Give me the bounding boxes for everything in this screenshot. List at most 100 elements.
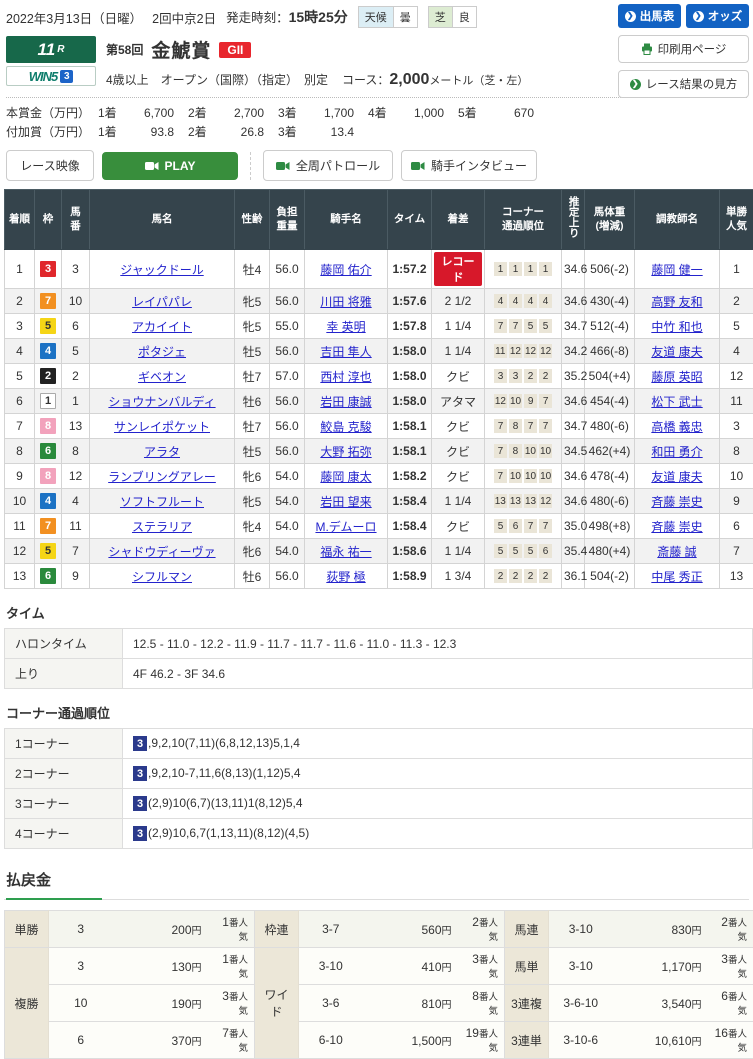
time-row: 上り4F 46.2 - 3F 34.6 xyxy=(5,659,753,689)
horse-name-cell: ランブリングアレー xyxy=(90,464,235,489)
time-table: ハロンタイム12.5 - 11.0 - 12.2 - 11.9 - 11.7 -… xyxy=(4,628,753,689)
race-title-block: 第58回 金鯱賞 GII 4歳以上 オープン（国際）（指定） 別定 コース：2,… xyxy=(106,36,528,89)
horse-name-link[interactable]: ポタジェ xyxy=(138,345,186,359)
horse-number: 3 xyxy=(62,250,90,289)
trainer-cell: 高野 友和 xyxy=(635,289,720,314)
trainer-name-link[interactable]: 斉藤 崇史 xyxy=(651,520,702,534)
payout-comb: 6 xyxy=(49,1022,113,1059)
win-popularity: 9 xyxy=(720,489,753,514)
trainer-name-link[interactable]: 藤原 英昭 xyxy=(651,370,702,384)
jockey-name-link[interactable]: M.デムーロ xyxy=(315,520,376,534)
finish-position: 1 xyxy=(5,250,35,289)
corner-order-table: 1コーナー3,9,2,10(7,11)(6,8,12,13)5,1,42コーナー… xyxy=(4,728,753,849)
finish-position: 7 xyxy=(5,414,35,439)
print-page-button[interactable]: 印刷用ページ xyxy=(618,35,749,63)
trainer-name-link[interactable]: 藤岡 健一 xyxy=(651,263,702,277)
result-guide-button[interactable]: ❯ レース結果の見方 xyxy=(618,70,749,98)
play-video-button[interactable]: PLAY xyxy=(102,152,238,180)
corner-position-number: 4 xyxy=(524,294,537,308)
corner-position-number: 4 xyxy=(494,294,507,308)
corner-positions: 7101010 xyxy=(487,469,559,483)
last-3f-time: 34.5 xyxy=(562,439,585,464)
jockey-name-link[interactable]: 藤岡 佑介 xyxy=(320,263,371,277)
jockey-interview-button[interactable]: 騎手インタビュー xyxy=(401,150,537,181)
horse-name-link[interactable]: アカイイト xyxy=(132,320,192,334)
horse-name-link[interactable]: ギベオン xyxy=(138,370,186,384)
win-popularity: 6 xyxy=(720,514,753,539)
trainer-name-link[interactable]: 斎藤 誠 xyxy=(657,545,696,559)
jockey-name-link[interactable]: 吉田 隼人 xyxy=(320,345,371,359)
patrol-video-button[interactable]: 全周パトロール xyxy=(263,150,393,181)
corner-position-number: 4 xyxy=(539,294,552,308)
prize-place-label: 5着 xyxy=(458,104,484,121)
corner-positions-cell: 4444 xyxy=(485,289,562,314)
payout-popularity: 6番人気 xyxy=(708,985,753,1022)
sex-age: 牡5 xyxy=(235,439,270,464)
trainer-name-link[interactable]: 高野 友和 xyxy=(651,295,702,309)
jockey-name-link[interactable]: 幸 英明 xyxy=(326,320,365,334)
trainer-name-link[interactable]: 松下 武士 xyxy=(651,395,702,409)
horse-name-link[interactable]: レイパパレ xyxy=(132,295,192,309)
odds-button[interactable]: ❯ オッズ xyxy=(686,4,749,28)
jockey-name-link[interactable]: 鮫島 克駿 xyxy=(320,420,371,434)
video-camera-icon xyxy=(145,161,159,171)
horse-name-link[interactable]: シャドウディーヴァ xyxy=(108,545,215,559)
jockey-name-link[interactable]: 荻野 極 xyxy=(326,570,365,584)
horse-name-cell: ステラリア xyxy=(90,514,235,539)
jockey-name-link[interactable]: 福永 祐一 xyxy=(320,545,371,559)
prize-amount: 2,700 xyxy=(214,106,264,120)
race-video-label: レース映像 xyxy=(6,150,94,181)
payout-row: 複勝 3 130円 1番人気 ワイド 3-10 410円 3番人気 馬単 3-1… xyxy=(5,948,753,985)
jockey-cell: 川田 将雅 xyxy=(305,289,388,314)
trainer-name-link[interactable]: 高橋 義忠 xyxy=(651,420,702,434)
finish-position: 11 xyxy=(5,514,35,539)
horse-number: 10 xyxy=(62,289,90,314)
time-row: ハロンタイム12.5 - 11.0 - 12.2 - 11.9 - 11.7 -… xyxy=(5,629,753,659)
jockey-name-link[interactable]: 岩田 康誠 xyxy=(320,395,371,409)
trainer-name-link[interactable]: 友道 康夫 xyxy=(651,345,702,359)
bracket-badge: 4 xyxy=(40,343,56,359)
corner-position-number: 7 xyxy=(509,319,522,333)
grade-badge: GII xyxy=(219,42,251,58)
trainer-cell: 中竹 和也 xyxy=(635,314,720,339)
last-3f-time: 34.6 xyxy=(562,250,585,289)
jockey-name-link[interactable]: 藤岡 康太 xyxy=(320,470,371,484)
jockey-name-link[interactable]: 大野 拓弥 xyxy=(320,445,371,459)
track-condition-badge: 芝 良 xyxy=(428,6,477,28)
horse-name-link[interactable]: アラタ xyxy=(144,445,180,459)
margin-cell: 1 1/4 xyxy=(432,539,485,564)
trainer-name-link[interactable]: 和田 勇介 xyxy=(651,445,702,459)
results-column-header: 負担 重量 xyxy=(270,190,305,250)
horse-name-link[interactable]: ランブリングアレー xyxy=(108,470,216,484)
jockey-name-link[interactable]: 西村 淳也 xyxy=(320,370,371,384)
jockey-name-link[interactable]: 岩田 望来 xyxy=(320,495,371,509)
corner-position-number: 1 xyxy=(539,262,552,276)
last-3f-time: 34.6 xyxy=(562,389,585,414)
horse-name-cell: アカイイト xyxy=(90,314,235,339)
jockey-cell: 西村 淳也 xyxy=(305,364,388,389)
time-row-label: ハロンタイム xyxy=(5,629,123,659)
horse-name-cell: サンレイポケット xyxy=(90,414,235,439)
result-guide-label: レース結果の見方 xyxy=(646,76,737,92)
race-conditions: 4歳以上 オープン（国際）（指定） 別定 コース：2,000メートル（芝・左） xyxy=(106,71,528,89)
corner-position-number: 5 xyxy=(524,319,537,333)
horse-weight: 512(-4) xyxy=(585,314,635,339)
trainer-name-link[interactable]: 中尾 秀正 xyxy=(651,570,702,584)
horse-name-link[interactable]: ソフトフルート xyxy=(120,495,204,509)
entry-table-button[interactable]: ❯ 出馬表 xyxy=(618,4,681,28)
horse-number: 8 xyxy=(62,439,90,464)
start-time-label: 発走時刻： xyxy=(226,11,289,25)
trainer-name-link[interactable]: 友道 康夫 xyxy=(651,470,702,484)
horse-name-link[interactable]: シフルマン xyxy=(132,570,192,584)
finish-time: 1:57.2 xyxy=(388,250,432,289)
corner-position-number: 7 xyxy=(539,419,552,433)
horse-name-link[interactable]: サンレイポケット xyxy=(114,420,210,434)
horse-number: 7 xyxy=(62,539,90,564)
jockey-name-link[interactable]: 川田 将雅 xyxy=(320,295,371,309)
horse-name-link[interactable]: ステラリア xyxy=(132,520,192,534)
trainer-name-link[interactable]: 中竹 和也 xyxy=(651,320,702,334)
horse-name-link[interactable]: ショウナンバルディ xyxy=(108,395,215,409)
finish-time: 1:58.6 xyxy=(388,539,432,564)
horse-name-link[interactable]: ジャックドール xyxy=(120,263,203,277)
trainer-name-link[interactable]: 斉藤 崇史 xyxy=(651,495,702,509)
